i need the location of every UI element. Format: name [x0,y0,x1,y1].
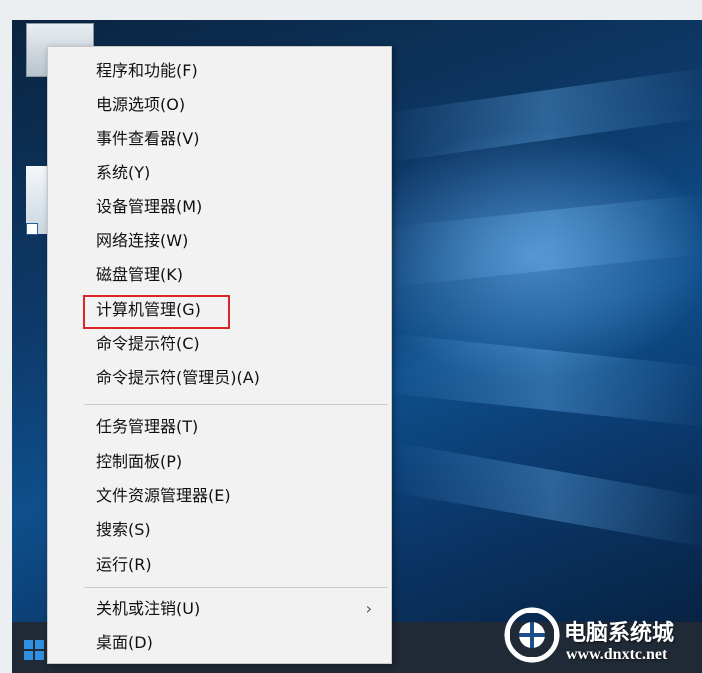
menu-item-device-manager[interactable]: 设备管理器(M) [96,192,386,222]
menu-separator [84,404,388,405]
wallpaper-light-beam [382,66,702,164]
menu-item-event-viewer[interactable]: 事件查看器(V) [96,124,386,154]
menu-item-task-manager[interactable]: 任务管理器(T) [96,412,386,442]
menu-separator [84,587,388,588]
watermark-url: www.dnxtc.net [566,646,668,663]
menu-item-command-prompt-admin[interactable]: 命令提示符(管理员)(A) [96,363,386,393]
wallpaper-light-beam [392,193,702,287]
wallpaper-light-beam [382,332,702,428]
windows-logo-icon [24,651,33,660]
menu-item-label: 关机或注销(U) [96,599,201,618]
windows-logo-icon [35,651,44,660]
menu-item-power-options[interactable]: 电源选项(O) [96,90,386,120]
menu-item-system[interactable]: 系统(Y) [96,158,386,188]
winx-context-menu: 程序和功能(F) 电源选项(O) 事件查看器(V) 系统(Y) 设备管理器(M)… [47,46,392,664]
menu-item-disk-management[interactable]: 磁盘管理(K) [96,260,386,290]
menu-item-desktop[interactable]: 桌面(D) [96,628,386,658]
menu-item-network-connections[interactable]: 网络连接(W) [96,226,386,256]
menu-item-command-prompt[interactable]: 命令提示符(C) [96,329,386,359]
windows-logo-icon [35,640,44,649]
watermark-title: 电脑系统城 [564,620,675,645]
menu-item-run[interactable]: 运行(R) [96,550,386,580]
watermark-logo-icon [504,607,560,663]
windows-logo-icon [24,640,33,649]
menu-item-shutdown-signout[interactable]: 关机或注销(U) › [96,594,386,624]
shortcut-arrow-icon [26,223,38,235]
menu-item-programs-features[interactable]: 程序和功能(F) [96,56,386,86]
highlight-box [83,295,230,329]
start-button[interactable] [24,640,44,660]
chevron-right-icon: › [365,599,372,618]
menu-item-file-explorer[interactable]: 文件资源管理器(E) [96,481,386,511]
menu-item-control-panel[interactable]: 控制面板(P) [96,447,386,477]
wallpaper-light-beam [392,441,702,549]
menu-item-search[interactable]: 搜索(S) [96,515,386,545]
